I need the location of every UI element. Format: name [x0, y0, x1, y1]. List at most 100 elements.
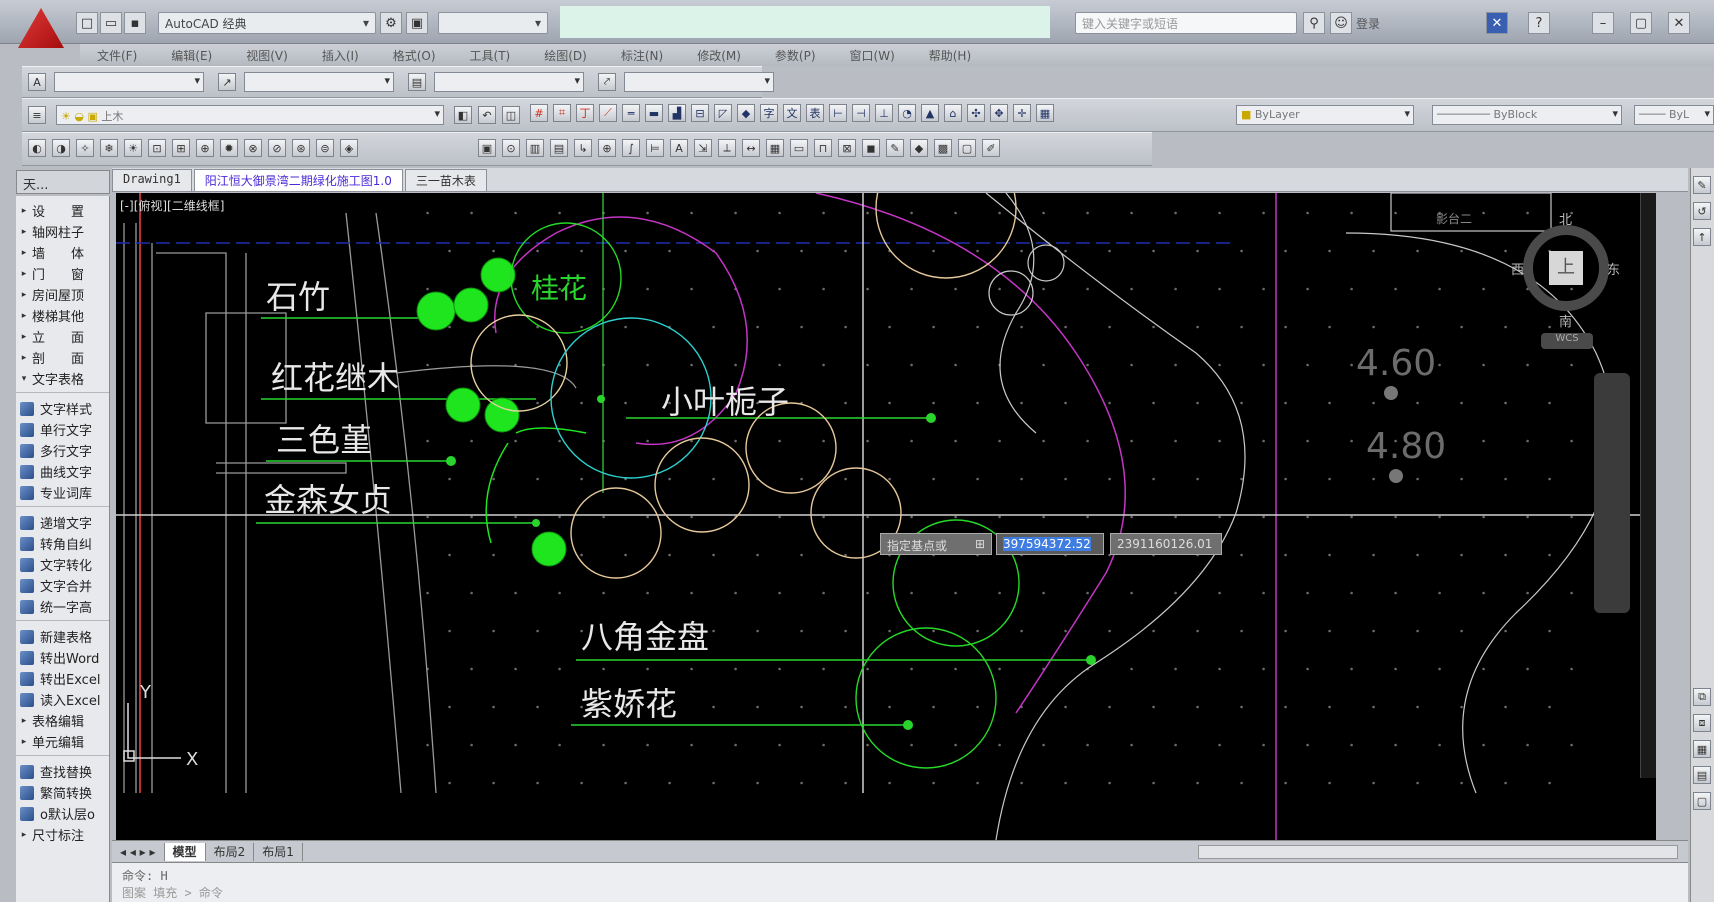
brush-icon[interactable]: ✐: [982, 139, 1000, 157]
layer-lock-icon[interactable]: ⊡: [148, 139, 166, 157]
stair-icon[interactable]: ▟: [668, 104, 686, 122]
lineweight-select[interactable]: ──── ByL: [1634, 105, 1714, 125]
sidebar-item[interactable]: 统一字高: [16, 596, 109, 617]
save-icon[interactable]: ▪: [124, 12, 146, 34]
binoculars-icon[interactable]: ⚲: [1303, 12, 1325, 34]
viewcube-west[interactable]: 西: [1511, 259, 1524, 278]
move-icon[interactable]: ✥: [990, 104, 1008, 122]
layer-select[interactable]: ☀ ◒ ▣ 上木: [56, 105, 444, 125]
sidebar-item[interactable]: ▸ 轴网柱子: [16, 221, 109, 242]
menu-format[interactable]: 格式(O): [376, 47, 453, 64]
horizontal-scrollbar[interactable]: [1198, 844, 1678, 859]
column-icon[interactable]: 丁: [576, 104, 594, 122]
menu-modify[interactable]: 修改(M): [680, 47, 758, 64]
viewcube-north[interactable]: 北: [1559, 209, 1572, 228]
right-lasso-icon[interactable]: ↺: [1693, 202, 1711, 220]
door-icon[interactable]: ◸: [714, 104, 732, 122]
right-paste-icon[interactable]: ⧈: [1693, 714, 1711, 732]
command-line[interactable]: 命令: H 图案 填充 > 命令: [112, 862, 1688, 902]
navigation-bar[interactable]: [1594, 373, 1630, 613]
mleader-style-select[interactable]: [624, 72, 774, 92]
sidebar-item[interactable]: 文字样式: [16, 398, 109, 419]
viewcube-east[interactable]: 东: [1607, 259, 1620, 278]
tab-nav-arrows[interactable]: ◂ ◂ ▸ ▸: [112, 842, 165, 861]
viewport-controls[interactable]: [-][俯视][二维线框]: [120, 197, 224, 214]
tab-greening-plan[interactable]: 阳江恒大御景湾二期绿化施工图1.0: [193, 169, 403, 191]
menu-dimension[interactable]: 标注(N): [604, 47, 680, 64]
menu-edit[interactable]: 编辑(E): [154, 47, 229, 64]
exchange-icon[interactable]: ✕: [1486, 12, 1508, 34]
room-icon[interactable]: ◆: [737, 104, 755, 122]
layer-freeze-icon[interactable]: ❄: [100, 139, 118, 157]
quick-access-select[interactable]: ▾: [438, 12, 548, 34]
layer-change-icon[interactable]: ✹: [220, 139, 238, 157]
beam-icon[interactable]: ▬: [645, 104, 663, 122]
login-link[interactable]: 登录: [1356, 15, 1380, 32]
symbol-icon[interactable]: ✣: [967, 104, 985, 122]
calculator-icon[interactable]: ▦: [766, 139, 784, 157]
layer-state-icon[interactable]: ◫: [502, 106, 520, 124]
dim-style-select[interactable]: [244, 72, 394, 92]
maximize-icon[interactable]: ▢: [1630, 12, 1652, 34]
sidebar-item[interactable]: 曲线文字: [16, 461, 109, 482]
right-pencil-icon[interactable]: ✎: [1693, 176, 1711, 194]
drawing-canvas[interactable]: 石竹 红花继木 三色堇 金森女贞 桂花 小叶栀子 八角金盘 紫娇花 4.60 4…: [116, 193, 1656, 840]
sidebar-item[interactable]: 繁简转换: [16, 782, 109, 803]
menu-parameters[interactable]: 参数(P): [758, 47, 833, 64]
zoom-icon[interactable]: ⊙: [502, 139, 520, 157]
menu-tools[interactable]: 工具(T): [453, 47, 528, 64]
car-block-icon[interactable]: ◼: [862, 139, 880, 157]
layer-off-icon[interactable]: ◐: [28, 139, 46, 157]
layer-thaw-icon[interactable]: ☀: [124, 139, 142, 157]
sidebar-item[interactable]: 转出Excel: [16, 668, 109, 689]
export-icon[interactable]: ⇲: [694, 139, 712, 157]
sidebar-item[interactable]: 递增文字: [16, 512, 109, 533]
text-style-icon[interactable]: A: [28, 73, 46, 91]
sidebar-item[interactable]: 单行文字: [16, 419, 109, 440]
right-copy-icon[interactable]: ⧉: [1693, 688, 1711, 706]
mtext-edit-icon[interactable]: A: [670, 139, 688, 157]
menu-help[interactable]: 帮助(H): [912, 47, 988, 64]
spline-icon[interactable]: ∫: [622, 139, 640, 157]
dim-style-icon[interactable]: ↗: [218, 73, 236, 91]
sidebar-item[interactable]: ▸ 立 面: [16, 326, 109, 347]
sidebar-item[interactable]: 转出Word: [16, 647, 109, 668]
dynamic-input-x[interactable]: 397594372.52: [996, 533, 1104, 555]
axis-icon[interactable]: ⌗: [553, 104, 571, 122]
sidebar-item[interactable]: 新建表格: [16, 626, 109, 647]
frame-icon[interactable]: ▢: [958, 139, 976, 157]
table-icon[interactable]: 表: [806, 104, 824, 122]
viewcube-top[interactable]: 上: [1549, 251, 1583, 285]
sidebar-item[interactable]: ▸ 表格编辑: [16, 710, 109, 731]
right-frame-icon[interactable]: ▢: [1693, 792, 1711, 810]
grid-icon[interactable]: #: [530, 104, 548, 122]
menu-draw[interactable]: 绘图(D): [527, 47, 604, 64]
layer-tools-icon[interactable]: ◈: [340, 139, 358, 157]
render-icon[interactable]: ▣: [406, 12, 428, 34]
menu-insert[interactable]: 插入(I): [305, 47, 376, 64]
sidebar-item[interactable]: ▸ 房间屋顶: [16, 284, 109, 305]
sidebar-item[interactable]: 专业词库: [16, 482, 109, 503]
tab-drawing1[interactable]: Drawing1: [112, 169, 192, 191]
tab-plant-list[interactable]: 三一苗木表: [404, 169, 487, 191]
sidebar-item[interactable]: ▸ 墙 体: [16, 242, 109, 263]
bulb-icon[interactable]: ✧: [76, 139, 94, 157]
block-icon[interactable]: ▣: [478, 139, 496, 157]
line-icon[interactable]: ═: [622, 104, 640, 122]
dim-baseline-icon[interactable]: ⊥: [875, 104, 893, 122]
tab-layout2[interactable]: 布局2: [206, 842, 255, 861]
sidebar-item[interactable]: ▸ 单元编辑: [16, 731, 109, 752]
make-current-icon[interactable]: ◧: [454, 106, 472, 124]
design-center-icon[interactable]: ⊓: [814, 139, 832, 157]
sidebar-item[interactable]: ▸ 楼梯其他: [16, 305, 109, 326]
layer-delete-icon[interactable]: ⊘: [268, 139, 286, 157]
menu-file[interactable]: 文件(F): [80, 47, 154, 64]
dim-continue-icon[interactable]: ⊣: [852, 104, 870, 122]
sidebar-item[interactable]: ▸ 尺寸标注: [16, 824, 109, 845]
sidebar-item[interactable]: 文字转化: [16, 554, 109, 575]
window-icon[interactable]: ⊟: [691, 104, 709, 122]
layer-match-icon[interactable]: ⊕: [196, 139, 214, 157]
search-input[interactable]: 键入关键字或短语: [1075, 12, 1297, 34]
workspace-settings-icon[interactable]: ⚙: [380, 12, 402, 34]
layer-merge-icon[interactable]: ⊗: [244, 139, 262, 157]
